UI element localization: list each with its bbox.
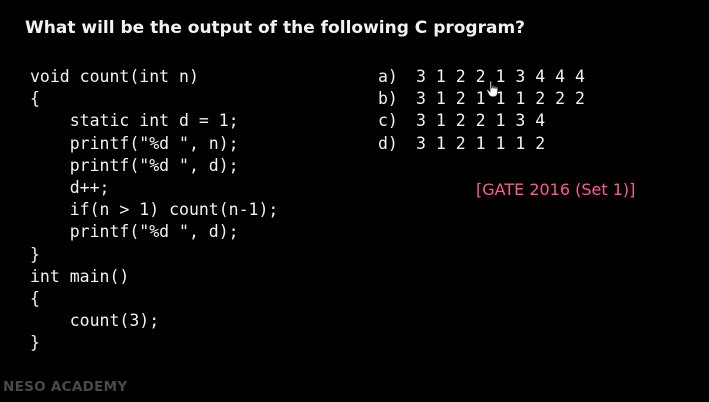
code-line: { [30, 288, 40, 308]
option-c: c) 3 1 2 2 1 3 4 [378, 110, 585, 132]
option-text: 3 1 2 1 1 1 2 2 2 [416, 89, 585, 109]
code-line: { [30, 89, 40, 109]
option-letter: c) [378, 111, 398, 131]
option-text: 3 1 2 2 1 3 4 [416, 111, 546, 131]
code-line: printf("%d ", d); [30, 222, 239, 242]
option-b: b) 3 1 2 1 1 1 2 2 2 [378, 88, 585, 110]
option-text: 3 1 2 2 1 3 4 4 4 [416, 67, 585, 86]
code-line: count(3); [30, 311, 160, 331]
code-line: printf("%d ", n); [30, 133, 239, 153]
code-block: void count(int n) { static int d = 1; pri… [30, 66, 278, 354]
option-d: d) 3 1 2 1 1 1 2 [378, 133, 585, 155]
code-line: printf("%d ", d); [30, 155, 239, 175]
code-line: d++; [30, 177, 110, 197]
option-letter: d) [378, 133, 398, 153]
code-line: static int d = 1; [30, 111, 239, 131]
option-text: 3 1 2 1 1 1 2 [416, 133, 546, 153]
code-line: } [30, 333, 40, 353]
code-line: } [30, 244, 40, 264]
question-title: What will be the output of the following… [25, 18, 526, 38]
option-letter: a) [378, 67, 398, 86]
source-tag: [GATE 2016 (Set 1)] [476, 180, 636, 199]
slide: What will be the output of the following… [0, 0, 709, 402]
code-line: if(n > 1) count(n-1); [30, 200, 279, 220]
hand-pointer-icon [486, 80, 499, 98]
answer-options: a) 3 1 2 2 1 3 4 4 4 b) 3 1 2 1 1 1 2 2 2 … [378, 66, 585, 155]
code-line: void count(int n) [30, 67, 199, 86]
watermark-logo: NESO ACADEMY [3, 379, 128, 395]
option-a: a) 3 1 2 2 1 3 4 4 4 [378, 66, 585, 88]
option-letter: b) [378, 89, 398, 109]
code-line: int main() [30, 266, 130, 286]
